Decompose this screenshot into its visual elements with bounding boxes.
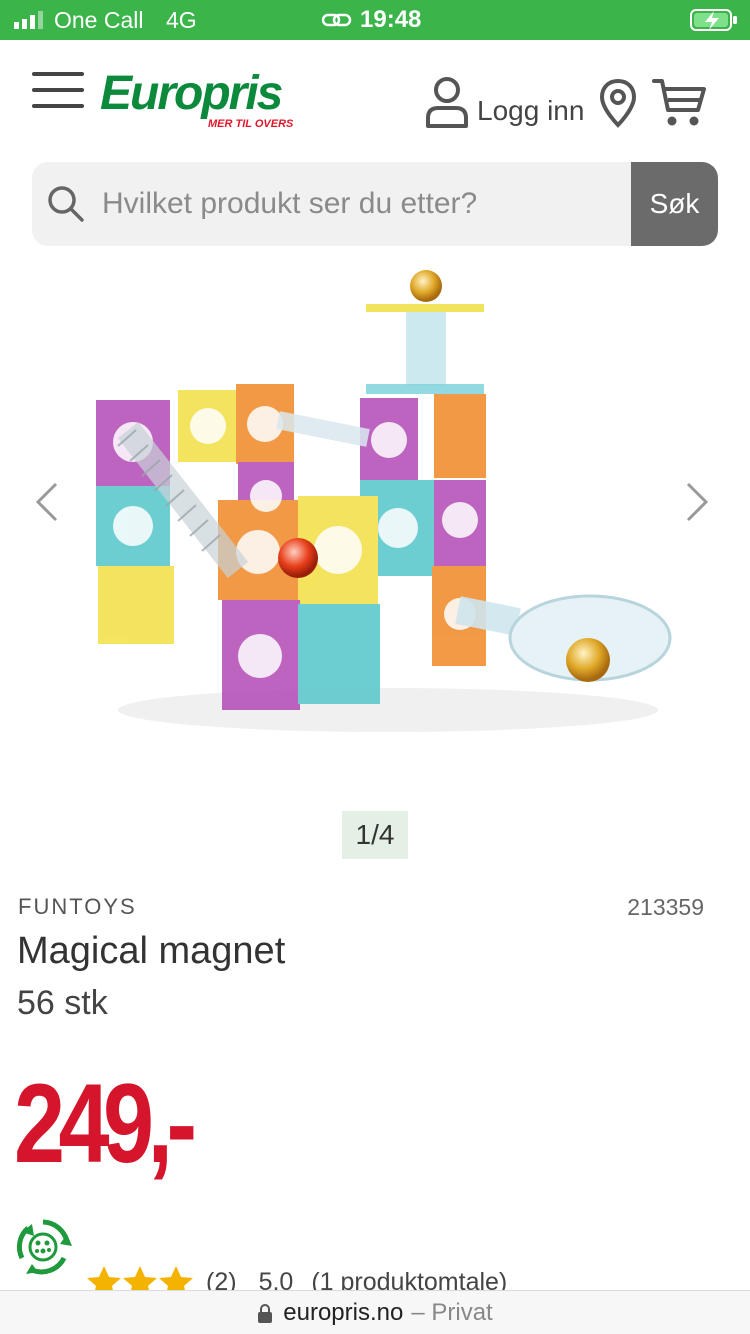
search-icon: [48, 186, 84, 222]
product-price: 249,-: [14, 1061, 197, 1186]
product-sku: 213359: [627, 894, 704, 920]
recycle-eco-icon[interactable]: [14, 1218, 72, 1276]
user-icon[interactable]: [424, 76, 470, 128]
product-image: [96, 270, 672, 732]
login-link[interactable]: Logg inn: [477, 95, 584, 127]
next-image-arrow-icon[interactable]: [682, 480, 712, 524]
logo-wordmark: Europris: [100, 67, 283, 120]
europris-logo[interactable]: Europris MER TIL OVERS: [100, 70, 300, 132]
product-brand[interactable]: FUNTOYS: [18, 894, 137, 920]
signal-strength-icon: [14, 11, 43, 29]
clock: 19:48: [360, 6, 422, 33]
network-label: 4G: [166, 7, 197, 33]
location-icon[interactable]: [598, 78, 638, 128]
lock-icon: [258, 1303, 273, 1323]
url-domain: europris.no: [283, 1298, 404, 1326]
product-title: Magical magnet: [17, 930, 286, 972]
link-icon: [322, 13, 352, 27]
product-quantity: 56 stk: [17, 984, 108, 1022]
status-bar: One Call 4G 19:48: [0, 0, 750, 40]
previous-image-arrow-icon[interactable]: [32, 480, 62, 524]
product-gallery[interactable]: [0, 270, 750, 780]
cart-icon[interactable]: [652, 76, 706, 128]
image-pager: 1/4: [342, 811, 408, 859]
menu-icon[interactable]: [32, 70, 84, 110]
logo-tagline: MER TIL OVERS: [208, 118, 294, 130]
battery-charging-icon: [690, 9, 737, 31]
search-bar: Søk: [32, 162, 718, 246]
browsing-mode-label: – Privat: [411, 1298, 493, 1326]
search-button[interactable]: Søk: [631, 162, 718, 246]
search-input[interactable]: [100, 162, 660, 246]
browser-url-bar[interactable]: europris.no – Privat: [0, 1290, 750, 1334]
carrier-label: One Call: [54, 7, 144, 33]
